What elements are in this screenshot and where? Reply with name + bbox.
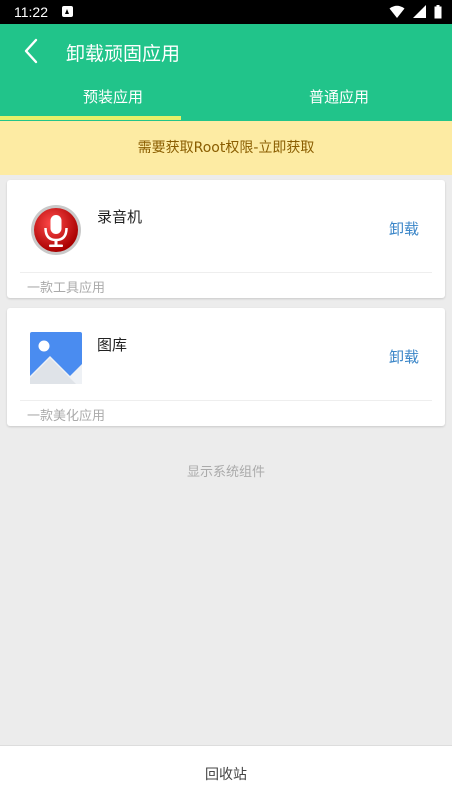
- status-icons: [385, 5, 442, 19]
- app-card-gallery: 图库 卸载 一款美化应用: [7, 308, 445, 426]
- gallery-icon: [30, 332, 82, 384]
- battery-icon: [434, 5, 442, 19]
- app-name: 图库: [97, 336, 128, 354]
- wifi-icon: [389, 5, 405, 18]
- app-name: 录音机: [97, 208, 143, 226]
- status-bar: 11:22: [0, 0, 452, 24]
- status-time: 11:22: [14, 4, 48, 20]
- back-arrow-icon: [24, 38, 38, 64]
- root-banner[interactable]: 需要获取Root权限-立即获取: [0, 121, 452, 175]
- page-title: 卸载顽固应用: [66, 43, 181, 65]
- tab-normal[interactable]: 普通应用: [226, 86, 452, 121]
- microphone-icon: [31, 205, 81, 255]
- app-description: 一款美化应用: [27, 409, 106, 424]
- show-system-components-button[interactable]: 显示系统组件: [0, 461, 452, 480]
- signal-icon: [413, 5, 427, 18]
- divider: [20, 272, 432, 273]
- uninstall-button[interactable]: 卸载: [389, 346, 419, 367]
- tab-indicator: [0, 116, 181, 120]
- recycle-bin-button[interactable]: 回收站: [0, 745, 452, 804]
- app-description: 一款工具应用: [27, 281, 106, 296]
- app-card-recorder: 录音机 卸载 一款工具应用: [7, 180, 445, 298]
- back-button[interactable]: [14, 34, 50, 70]
- a-notification-icon: [62, 6, 73, 17]
- uninstall-button[interactable]: 卸载: [389, 218, 419, 239]
- divider: [20, 400, 432, 401]
- app-bar: 卸载顽固应用 预装应用 普通应用: [0, 24, 452, 121]
